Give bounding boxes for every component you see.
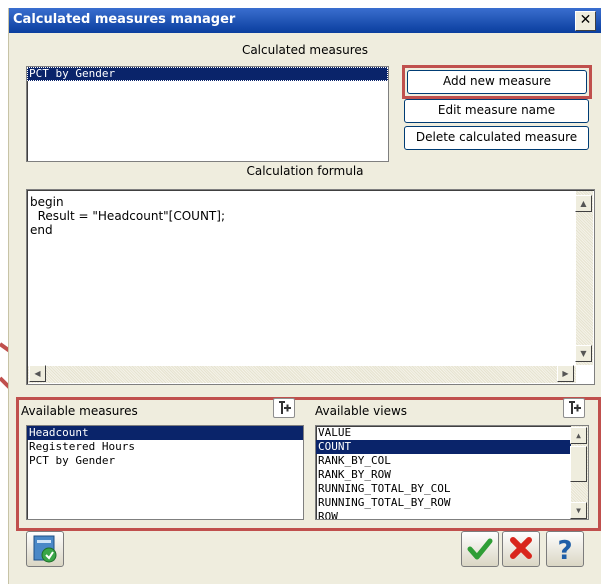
list-item[interactable]: PCT by Gender bbox=[27, 454, 303, 468]
close-icon[interactable]: ✕ bbox=[575, 11, 596, 31]
insert-view-icon[interactable] bbox=[563, 398, 585, 418]
available-measures-list[interactable]: Headcount Registered Hours PCT by Gender bbox=[26, 425, 304, 520]
help-question-icon: ? bbox=[557, 536, 572, 566]
list-item[interactable]: COUNT bbox=[316, 440, 588, 454]
help-button[interactable]: ? bbox=[546, 531, 584, 567]
vertical-scrollbar[interactable] bbox=[576, 191, 593, 365]
scroll-up-icon[interactable]: ▲ bbox=[570, 427, 587, 444]
window-title: Calculated measures manager bbox=[13, 12, 236, 27]
scroll-right-icon[interactable]: ▶ bbox=[557, 365, 574, 382]
edit-measure-name-button[interactable]: Edit measure name bbox=[404, 99, 589, 123]
calculated-measures-heading: Calculated measures bbox=[241, 43, 369, 57]
formula-text: begin Result = "Headcount"[COUNT]; end bbox=[27, 195, 225, 237]
formula-line: begin bbox=[30, 195, 64, 209]
list-item[interactable]: RANK_BY_COL bbox=[316, 454, 588, 468]
scroll-left-icon[interactable]: ◀ bbox=[29, 365, 46, 382]
cancel-x-icon bbox=[510, 537, 532, 559]
list-item[interactable]: Registered Hours bbox=[27, 440, 303, 454]
available-views-list[interactable]: VALUE COUNT RANK_BY_COL RANK_BY_ROW RUNN… bbox=[315, 425, 589, 520]
ok-button[interactable] bbox=[461, 531, 499, 567]
list-item[interactable]: VALUE bbox=[316, 426, 588, 440]
horizontal-scrollbar[interactable] bbox=[28, 366, 576, 383]
available-measures-heading: Available measures bbox=[21, 404, 138, 418]
insert-measure-icon[interactable] bbox=[273, 398, 295, 418]
calculated-measures-dialog: Calculated measures manager ✕ Calculated… bbox=[8, 8, 601, 584]
list-item[interactable]: ROW bbox=[316, 510, 588, 519]
delete-calculated-measure-button[interactable]: Delete calculated measure bbox=[404, 126, 589, 150]
list-item[interactable]: Headcount bbox=[27, 426, 303, 440]
scroll-down-icon[interactable]: ▼ bbox=[575, 345, 592, 362]
import-export-button[interactable] bbox=[26, 531, 64, 567]
formula-editor[interactable]: begin Result = "Headcount"[COUNT]; end ▲… bbox=[26, 189, 595, 385]
list-item[interactable]: RUNNING_TOTAL_BY_COL bbox=[316, 482, 588, 496]
add-new-measure-button[interactable]: Add new measure bbox=[402, 65, 592, 99]
calculated-measures-list[interactable]: PCT by Gender bbox=[26, 66, 389, 162]
formula-line: end bbox=[30, 223, 53, 237]
calculation-formula-heading: Calculation formula bbox=[246, 164, 364, 178]
available-views-heading: Available views bbox=[315, 404, 408, 418]
scroll-down-icon[interactable]: ▼ bbox=[570, 502, 587, 519]
scroll-thumb[interactable] bbox=[570, 446, 587, 482]
title-bar: Calculated measures manager ✕ bbox=[9, 8, 601, 33]
server-icon bbox=[33, 535, 57, 563]
svg-text:?: ? bbox=[557, 536, 572, 566]
list-item[interactable]: PCT by Gender bbox=[27, 67, 388, 81]
list-item[interactable]: RANK_BY_ROW bbox=[316, 468, 588, 482]
scroll-up-icon[interactable]: ▲ bbox=[575, 195, 592, 212]
checkmark-icon bbox=[467, 538, 493, 560]
cancel-button[interactable] bbox=[502, 531, 540, 567]
list-item[interactable]: RUNNING_TOTAL_BY_ROW bbox=[316, 496, 588, 510]
formula-line: Result = "Headcount"[COUNT]; bbox=[30, 209, 225, 223]
